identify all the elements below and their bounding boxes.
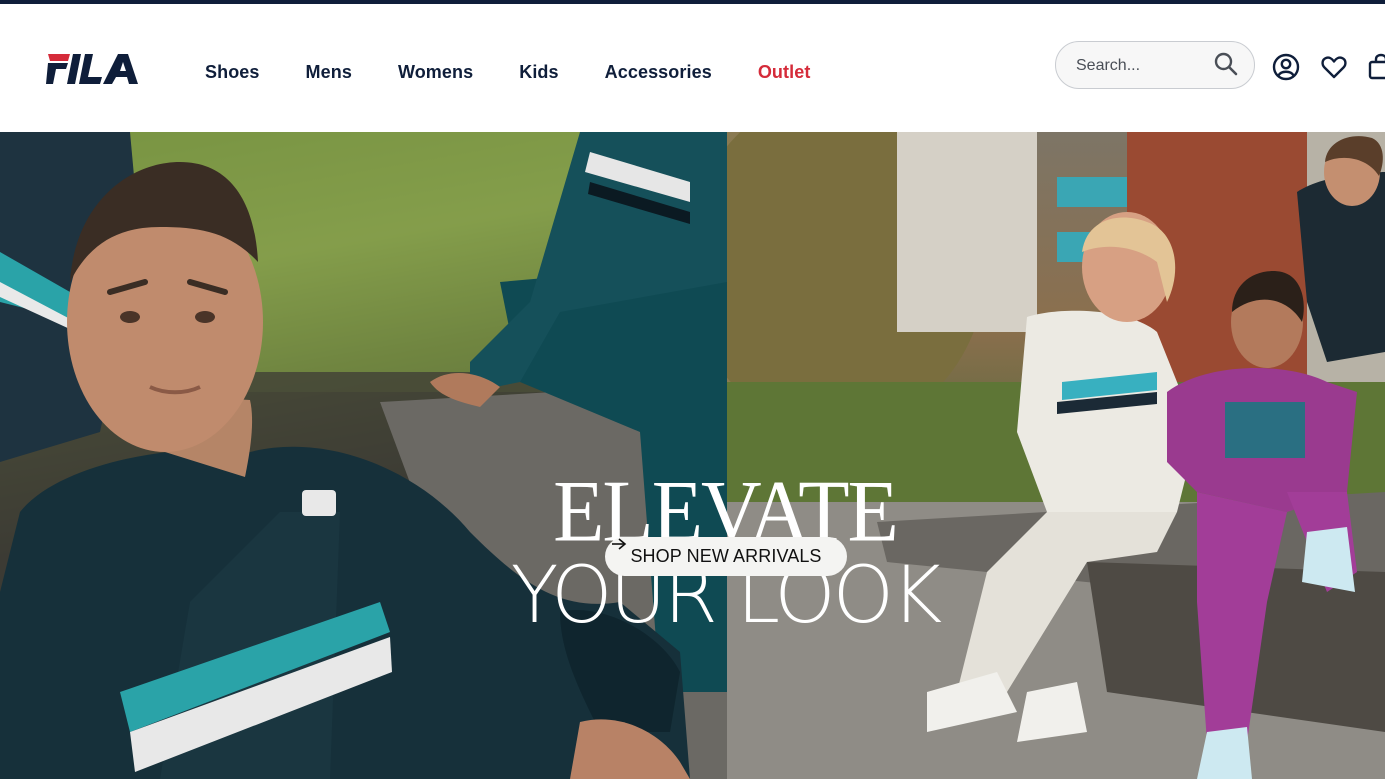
hero-image-left xyxy=(0,132,727,779)
nav-item-mens[interactable]: Mens xyxy=(306,62,352,83)
nav-item-shoes[interactable]: Shoes xyxy=(205,62,260,83)
shop-new-arrivals-button[interactable]: SHOP NEW ARRIVALS xyxy=(605,537,847,576)
account-icon[interactable] xyxy=(1272,53,1300,81)
hero-banner[interactable]: ELEVATE YOUR LOOK SHOP NEW ARRIVALS xyxy=(0,132,1385,779)
wishlist-heart-icon[interactable] xyxy=(1320,53,1348,81)
search-input[interactable] xyxy=(1076,55,1211,77)
cart-bag-icon[interactable] xyxy=(1368,53,1385,81)
nav-item-womens[interactable]: Womens xyxy=(398,62,473,83)
arrow-right-icon xyxy=(612,538,627,550)
site-header: Shoes Mens Womens Kids Accessories Outle… xyxy=(0,4,1385,132)
nav-item-kids[interactable]: Kids xyxy=(519,62,558,83)
cta-label: SHOP NEW ARRIVALS xyxy=(630,546,822,566)
hero-image-right xyxy=(727,132,1385,779)
fila-logo[interactable] xyxy=(46,48,144,86)
main-nav: Shoes Mens Womens Kids Accessories Outle… xyxy=(205,58,856,86)
search-icon[interactable] xyxy=(1213,51,1239,77)
nav-item-accessories[interactable]: Accessories xyxy=(605,62,712,83)
nav-item-outlet[interactable]: Outlet xyxy=(758,62,811,83)
